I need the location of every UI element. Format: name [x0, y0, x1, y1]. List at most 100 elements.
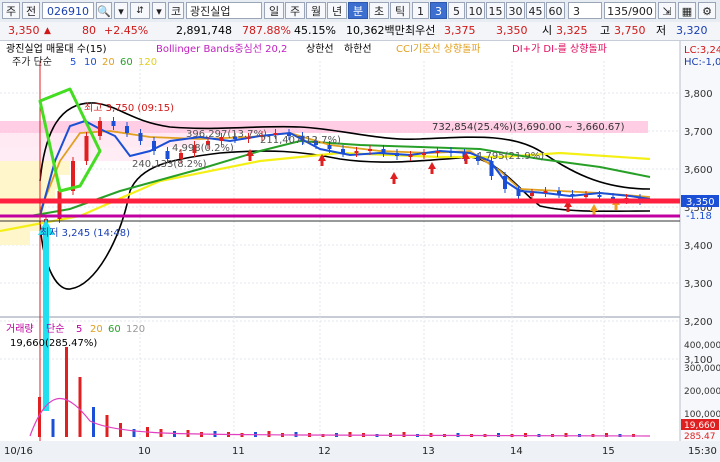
- price-change: 80: [82, 24, 96, 37]
- legend-lower: 하한선: [344, 42, 372, 55]
- period-minute[interactable]: 분: [348, 2, 368, 19]
- ma-period-60: 60: [120, 57, 133, 68]
- vp-note-1: 396,297(13.7%): [186, 129, 267, 140]
- buy-signal-arrow-stem: [430, 169, 434, 174]
- vol-y-tick-label: 200,000: [684, 387, 720, 397]
- high-price: 3,750: [614, 24, 646, 37]
- name-prefix: 코: [168, 2, 184, 19]
- low-label: 저: [656, 24, 667, 37]
- low-price: 3,320: [676, 24, 708, 37]
- high-label: 고: [600, 24, 611, 37]
- stock-code-input[interactable]: 026910: [42, 2, 94, 19]
- buy-signal-arrow-stem: [614, 205, 618, 210]
- period-year[interactable]: 년: [327, 2, 347, 19]
- vol-pct-tag: 285.47: [684, 432, 716, 442]
- low-note: 최저 3,245 (14:48): [40, 227, 130, 239]
- candle-body: [395, 153, 399, 156]
- volume-value: 2,891,748: [176, 24, 232, 37]
- ma-period-20: 20: [102, 57, 115, 68]
- stock-name-field[interactable]: 광진실업: [186, 2, 262, 19]
- period-day[interactable]: 일: [264, 2, 284, 19]
- search-icon[interactable]: 🔍: [96, 2, 112, 19]
- y-tick-label: 3,600: [684, 165, 713, 176]
- candle-body: [570, 194, 575, 196]
- vol-tag: 19,660: [684, 421, 716, 431]
- legend-upper: 상한선: [306, 43, 334, 55]
- period-tick[interactable]: 틱: [390, 2, 410, 19]
- price-chart[interactable]: 광진실업 매물대 수(15) Bollinger Bands중심선 20,2 상…: [0, 41, 720, 459]
- x-tick-label: 13: [422, 446, 435, 457]
- y-tick-label: 3,200: [684, 317, 713, 328]
- candle-body: [516, 189, 521, 196]
- lc-label: LC:3,24: [684, 45, 720, 56]
- grid-icon[interactable]: ▦: [678, 2, 696, 19]
- profile-note: 732,854(25.4%)(3,690.00 ~ 3,660.67): [432, 122, 625, 133]
- y-tick-label: 3,700: [684, 127, 713, 138]
- volume-bar: [524, 433, 527, 437]
- ma-period-10: 10: [84, 57, 97, 68]
- minute-5[interactable]: 5: [448, 2, 465, 19]
- minute-1[interactable]: 1: [412, 2, 429, 19]
- dropdown-arrow-icon[interactable]: ▾: [152, 2, 166, 19]
- ma-period-120: 120: [138, 57, 157, 68]
- price-info-bar: 3,350 ▲ 80 +2.45% 2,891,748 787.88% 45.1…: [0, 22, 720, 41]
- current-price-tag: 3,350: [686, 197, 715, 208]
- candle-body: [557, 191, 561, 194]
- candle-body: [98, 121, 102, 136]
- candle-body: [435, 151, 440, 153]
- vol-y-tick-label: 400,000: [684, 341, 720, 351]
- turnover-rate: 45.15%: [294, 24, 336, 37]
- chart-area[interactable]: 광진실업 매물대 수(15) Bollinger Bands중심선 20,2 상…: [0, 41, 720, 459]
- page-counter[interactable]: 135/900: [604, 2, 656, 19]
- toolbar: 주 전 026910 🔍 ▾ ⇵ ▾ 코 광진실업 일 주 월 년 분 초 틱: [0, 0, 720, 23]
- volume-ratio: 787.88%: [242, 24, 291, 37]
- up-down-icon[interactable]: ⇵: [130, 2, 150, 19]
- best-sell-label: 최우선: [405, 24, 436, 37]
- candle-body: [84, 136, 89, 161]
- volume-bar: [564, 433, 568, 437]
- prefix-button[interactable]: 전: [22, 2, 40, 19]
- volume-bar: [119, 423, 122, 437]
- volume-panel: [0, 319, 680, 441]
- current-pct-tag: -1.18: [686, 211, 712, 222]
- period-second[interactable]: 초: [369, 2, 389, 19]
- minute-45[interactable]: 45: [526, 2, 545, 19]
- vol-ma-120: 120: [126, 324, 145, 335]
- trade-amount: 10,362백만: [346, 24, 405, 37]
- chevron-down-icon[interactable]: ▾: [114, 2, 128, 19]
- legend-di: DI+가 DI-를 상향돌파: [512, 43, 607, 55]
- volume-label: 거래량: [6, 323, 34, 335]
- price-panel: [0, 41, 680, 316]
- vol-ma-60: 60: [108, 324, 121, 335]
- volume-bar: [65, 347, 68, 437]
- price-ma-label: 주가 단순: [12, 56, 52, 68]
- period-week[interactable]: 주: [285, 2, 305, 19]
- open-price: 3,325: [556, 24, 588, 37]
- candle-body: [489, 161, 494, 176]
- pin-icon[interactable]: ⇲: [658, 2, 676, 19]
- minute-60[interactable]: 60: [546, 2, 565, 19]
- minute-15[interactable]: 15: [486, 2, 505, 19]
- y-tick-label: 3,800: [684, 89, 713, 100]
- buy-signal-arrow-stem: [392, 179, 396, 184]
- settings-icon[interactable]: ⚙: [698, 2, 716, 19]
- market-select[interactable]: 주: [2, 2, 20, 19]
- candle-body: [138, 133, 143, 141]
- x-tick-label: 12: [318, 446, 331, 457]
- candle-body: [422, 153, 426, 155]
- count-select[interactable]: 3: [568, 2, 602, 19]
- minute-3[interactable]: 3: [430, 2, 447, 19]
- vp-note-3: 4,998(0.2%): [172, 143, 234, 154]
- x-tick-label: 10: [138, 446, 151, 457]
- candle-body: [597, 195, 602, 197]
- high-note: 최고 3,750 (09:15): [84, 102, 174, 114]
- volume-bar: [51, 419, 55, 437]
- minute-30[interactable]: 30: [506, 2, 525, 19]
- best-sell-price: 3,375: [444, 24, 476, 37]
- vol-ma-20: 20: [90, 324, 103, 335]
- minute-10[interactable]: 10: [466, 2, 485, 19]
- period-month[interactable]: 월: [306, 2, 326, 19]
- legend-title: 광진실업 매물대 수(15): [6, 42, 107, 55]
- candle-body: [381, 149, 386, 153]
- current-price: 3,350: [8, 24, 40, 37]
